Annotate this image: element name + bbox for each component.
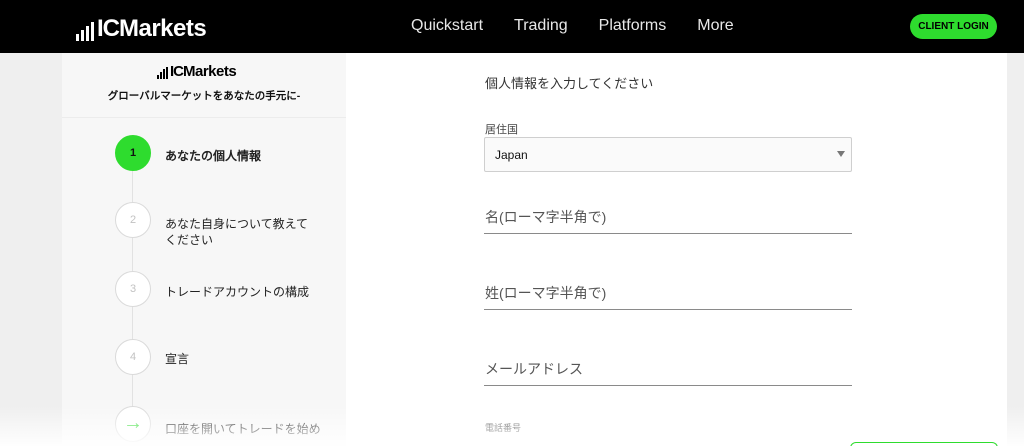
step-3-number: 3 bbox=[115, 271, 151, 307]
steps-sidebar: IC Markets グローバルマーケットをあなたの手元に- 1 あなたの個人情… bbox=[62, 53, 346, 446]
step-2-number: 2 bbox=[115, 202, 151, 238]
sidebar-logo: IC Markets bbox=[157, 63, 237, 80]
logo-bars-icon bbox=[76, 19, 94, 41]
main-nav-links: Quickstart Trading Platforms More bbox=[411, 16, 734, 36]
form-heading: 個人情報を入力してください bbox=[485, 76, 654, 91]
country-select-value: Japan bbox=[495, 148, 528, 162]
country-label: 居住国 bbox=[485, 124, 518, 136]
logo-markets-text: Markets bbox=[119, 15, 207, 42]
corner-chip[interactable] bbox=[850, 442, 998, 446]
nav-platforms[interactable]: Platforms bbox=[599, 16, 667, 36]
step-4-number: 4 bbox=[115, 339, 151, 375]
sidebar-divider bbox=[62, 117, 346, 118]
logo-bars-icon bbox=[157, 67, 168, 79]
top-navigation: IC Markets Quickstart Trading Platforms … bbox=[0, 0, 1024, 53]
phone-label: 電話番号 bbox=[485, 423, 522, 433]
logo-ic-text: IC bbox=[170, 63, 184, 80]
step-2-label: あなた自身について教えてください bbox=[165, 217, 309, 247]
nav-more[interactable]: More bbox=[697, 16, 733, 36]
last-name-input[interactable] bbox=[484, 282, 852, 310]
sidebar-tagline: グローバルマーケットをあなたの手元に- bbox=[107, 90, 301, 102]
logo-markets-text: Markets bbox=[183, 63, 237, 80]
country-select[interactable]: Japan bbox=[484, 137, 852, 172]
arrow-right-icon: → bbox=[115, 406, 151, 442]
client-login-button[interactable]: CLIENT LOGIN bbox=[910, 14, 997, 39]
logo-ic-text: IC bbox=[97, 15, 120, 42]
first-name-input[interactable] bbox=[484, 206, 852, 234]
step-3-label: トレードアカウントの構成 bbox=[165, 285, 310, 299]
nav-quickstart[interactable]: Quickstart bbox=[411, 16, 483, 36]
signup-panel: IC Markets グローバルマーケットをあなたの手元に- 1 あなたの個人情… bbox=[62, 53, 1007, 446]
step-1-number: 1 bbox=[115, 135, 151, 171]
nav-trading[interactable]: Trading bbox=[514, 16, 568, 36]
dropdown-caret-icon bbox=[837, 151, 845, 157]
step-1-label: あなたの個人情報 bbox=[165, 149, 262, 163]
step-4-label: 宣言 bbox=[165, 352, 190, 366]
email-input[interactable] bbox=[484, 358, 852, 386]
step-5-label: 口座を開いてトレードを始め bbox=[165, 422, 321, 436]
ic-markets-logo[interactable]: IC Markets bbox=[76, 13, 207, 42]
